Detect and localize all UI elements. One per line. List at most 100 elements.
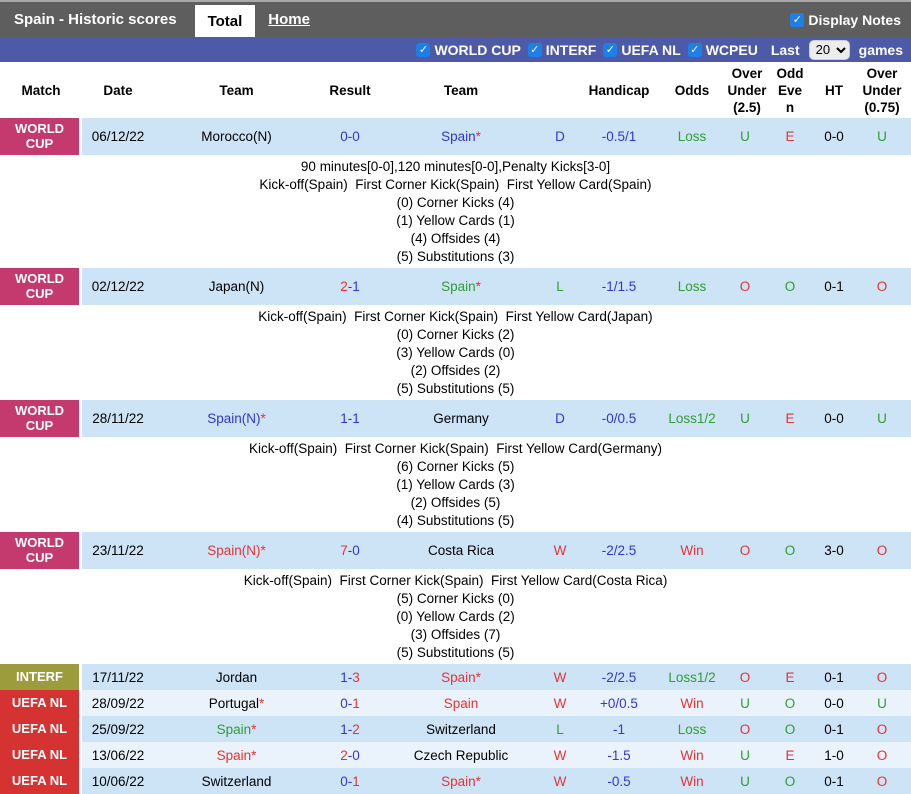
tab-home[interactable]: Home — [255, 2, 323, 37]
note-line: (2) Offsides (2) — [410, 363, 501, 378]
competition-cell: WORLD CUP — [0, 400, 82, 437]
away-team-name: Germany — [433, 411, 489, 426]
team-star: * — [475, 279, 481, 294]
notes-cell: 90 minutes[0-0],120 minutes[0-0],Penalty… — [0, 155, 911, 268]
wld-cell: L — [541, 268, 579, 305]
ht-cell: 0-1 — [815, 768, 853, 794]
away-score: 0 — [352, 747, 360, 763]
tab-total[interactable]: Total — [194, 5, 256, 37]
filter-world-cup[interactable]: ✓ WORLD CUP — [416, 41, 521, 58]
page-title: Spain - Historic scores — [14, 11, 177, 28]
over-under-075-cell: U — [853, 400, 911, 437]
over-under-25-cell: O — [725, 268, 765, 305]
over-under-25-cell: U — [725, 768, 765, 794]
col-handicap: Handicap — [579, 62, 659, 118]
away-score: 3 — [352, 669, 360, 685]
away-team-name: Spain — [441, 669, 476, 685]
odds-cell: Loss1/2 — [659, 400, 725, 437]
away-team-cell: Spain* — [381, 664, 541, 690]
home-team-cell: Switzerland — [154, 768, 319, 794]
ht-cell: 0-0 — [815, 400, 853, 437]
note-line: (1) Yellow Cards (1) — [396, 213, 515, 228]
over-under-075-cell: U — [853, 118, 911, 155]
wld-cell: D — [541, 118, 579, 155]
home-team-cell: Jordan — [154, 664, 319, 690]
team-star: * — [475, 669, 481, 685]
handicap-cell: -2/2.5 — [579, 664, 659, 690]
home-team-name: Spain — [216, 721, 252, 737]
wld-cell: D — [541, 400, 579, 437]
away-team-cell: Spain* — [381, 268, 541, 305]
away-score: 0 — [352, 543, 360, 558]
over-under-075-cell: O — [853, 268, 911, 305]
over-under-075-cell: O — [853, 716, 911, 742]
uefa-nl-checkbox[interactable]: ✓ — [603, 42, 618, 57]
date-cell: 02/12/22 — [82, 268, 154, 305]
over-under-25-cell: U — [725, 742, 765, 768]
wcpeu-checkbox[interactable]: ✓ — [687, 42, 702, 57]
over-under-075-cell: O — [853, 532, 911, 569]
away-team-name: Spain — [441, 279, 476, 294]
col-result: Result — [319, 62, 381, 118]
col-over-under-25: Over Under (2.5) — [725, 62, 767, 118]
away-team-cell: Spain — [381, 690, 541, 716]
odd-even-cell: O — [765, 768, 815, 794]
away-score: 0 — [352, 129, 360, 144]
note-line: Kick-off(Spain) First Corner Kick(Spain)… — [243, 573, 668, 588]
filter-bar: ✓ WORLD CUP ✓ INTERF ✓ UEFA NL ✓ WCPEU L… — [0, 37, 911, 62]
note-line: Kick-off(Spain) First Corner Kick(Spain)… — [248, 441, 663, 456]
away-team-cell: Spain* — [381, 118, 541, 155]
date-cell: 28/11/22 — [82, 400, 154, 437]
filter-wcpeu[interactable]: ✓ WCPEU — [687, 42, 758, 58]
home-team-name: Spain — [216, 747, 252, 763]
competition-badge: WORLD CUP — [0, 118, 79, 155]
handicap-cell: -1.5 — [579, 742, 659, 768]
wld-cell: L — [541, 716, 579, 742]
tab-home-label: Home — [268, 11, 310, 28]
interf-checkbox[interactable]: ✓ — [527, 42, 542, 57]
uefa-nl-label: UEFA NL — [621, 41, 681, 58]
world-cup-checkbox[interactable]: ✓ — [416, 42, 431, 57]
display-notes-toggle[interactable]: ✓ Display Notes — [790, 2, 911, 37]
over-under-075-cell: U — [853, 690, 911, 716]
wld-cell: W — [541, 664, 579, 690]
team-star: * — [251, 721, 257, 737]
ht-cell: 0-1 — [815, 268, 853, 305]
over-under-25-cell: O — [725, 664, 765, 690]
home-team-cell: Portugal* — [154, 690, 319, 716]
display-notes-checkbox[interactable]: ✓ — [790, 12, 805, 27]
date-cell: 28/09/22 — [82, 690, 154, 716]
tab-bar: Spain - Historic scores Total Home ✓ Dis… — [0, 0, 911, 37]
team-star: * — [475, 773, 481, 789]
score-cell: 0-1 — [319, 690, 381, 716]
date-cell: 23/11/22 — [82, 532, 154, 569]
odds-cell: Loss — [659, 268, 725, 305]
notes-cell: Kick-off(Spain) First Corner Kick(Spain)… — [0, 569, 911, 664]
wld-cell: W — [541, 768, 579, 794]
last-games-select[interactable]: 20 — [808, 39, 850, 60]
notes-cell: Kick-off(Spain) First Corner Kick(Spain)… — [0, 305, 911, 400]
home-team-name: Jordan — [215, 669, 258, 685]
world-cup-label: WORLD CUP — [434, 41, 521, 58]
date-cell: 13/06/22 — [82, 742, 154, 768]
note-line: (5) Substitutions (5) — [396, 645, 515, 660]
odd-even-cell: O — [765, 690, 815, 716]
home-team-name: Spain(N) — [207, 543, 261, 558]
match-row: UEFA NL 25/09/22 Spain* 1-2 Switzerland L -1 Lo… — [0, 716, 911, 742]
wld-cell: W — [541, 532, 579, 569]
competition-badge: INTERF — [0, 664, 79, 690]
col-over-under-075: Over Under (0.75) — [853, 62, 911, 118]
match-row: WORLD CUP 02/12/22 Japan(N) 2-1 Spain* L -1/1.… — [0, 268, 911, 305]
filter-uefa-nl[interactable]: ✓ UEFA NL — [603, 41, 681, 58]
notes-cell: Kick-off(Spain) First Corner Kick(Spain)… — [0, 437, 911, 532]
home-team-name: Morocco(N) — [201, 129, 272, 144]
over-under-25-cell: O — [725, 716, 765, 742]
score-cell: 2-1 — [319, 268, 381, 305]
home-score: 1 — [340, 411, 348, 426]
filter-interf[interactable]: ✓ INTERF — [527, 42, 596, 58]
note-line: (2) Offsides (5) — [410, 495, 501, 510]
competition-badge: UEFA NL — [0, 768, 79, 794]
odd-even-cell: E — [765, 118, 815, 155]
tab-bar-spacer — [323, 2, 790, 37]
ht-cell: 0-0 — [815, 118, 853, 155]
